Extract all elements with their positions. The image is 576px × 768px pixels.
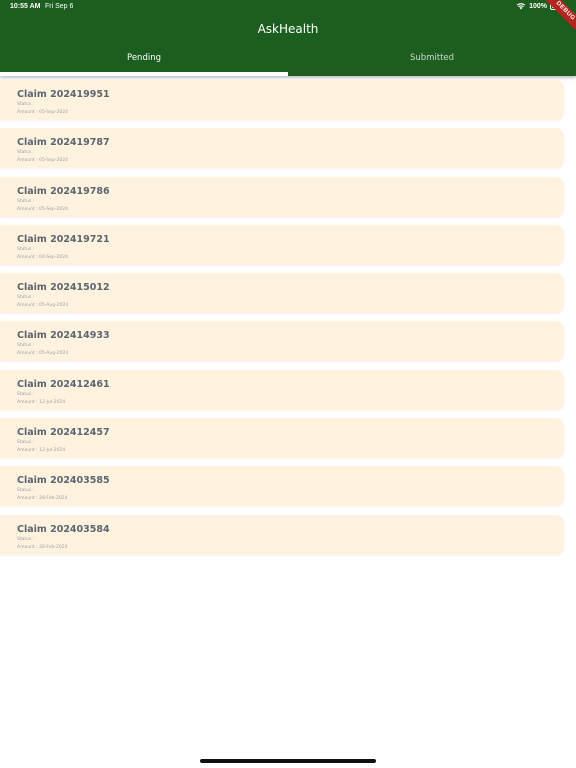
claim-card[interactable]: Claim 202415012 Status : Amount : 05-Aug… bbox=[0, 273, 564, 314]
claim-date: 12-Jul-2024 bbox=[39, 399, 66, 405]
claim-title: Claim 202412457 bbox=[17, 427, 110, 439]
claim-card[interactable]: Claim 202403584 Status : Amount : 28-Feb… bbox=[0, 514, 564, 555]
claim-status: Status : bbox=[17, 488, 34, 493]
claim-date: 05-Sep-2024 bbox=[39, 158, 68, 164]
claim-amount: Amount : 12-Jul-2024 bbox=[17, 448, 65, 453]
claim-amount: Amount : 05-Aug-2024 bbox=[17, 303, 68, 308]
claim-card[interactable]: Claim 202419951 Status : Amount : 05-Sep… bbox=[0, 80, 564, 120]
claim-date: 04-Sep-2024 bbox=[39, 254, 68, 260]
claim-title: Claim 202403584 bbox=[17, 523, 110, 535]
status-time: 10:55 AM bbox=[10, 3, 41, 10]
claim-date: 05-Aug-2024 bbox=[39, 351, 69, 357]
claim-title: Claim 202414933 bbox=[17, 330, 110, 342]
claim-card[interactable]: Claim 202414933 Status : Amount : 05-Aug… bbox=[0, 321, 564, 362]
claim-list: Claim 202419951 Status : Amount : 05-Sep… bbox=[0, 80, 576, 563]
claim-status: Status : bbox=[17, 392, 34, 397]
claim-amount: Amount : 05-Sep-2024 bbox=[17, 110, 68, 115]
claim-amount-label: Amount : bbox=[17, 206, 38, 212]
claim-amount: Amount : 04-Sep-2024 bbox=[17, 255, 68, 260]
app-title: AskHealth bbox=[257, 22, 319, 36]
status-date: Fri Sep 6 bbox=[45, 3, 74, 10]
claim-amount-label: Amount : bbox=[17, 303, 38, 309]
claim-status-label: Status : bbox=[17, 440, 35, 446]
claim-title: Claim 202412461 bbox=[17, 378, 110, 390]
screen: 10:55 AM Fri Sep 6 100% DEBUG AskHealth … bbox=[0, 0, 576, 768]
claim-title: Claim 202419787 bbox=[17, 137, 110, 149]
claim-amount: Amount : 05-Sep-2024 bbox=[17, 207, 68, 212]
claim-status-label: Status : bbox=[17, 488, 35, 494]
claim-amount-label: Amount : bbox=[17, 351, 38, 357]
claim-status: Status : bbox=[17, 537, 34, 542]
claim-status: Status : bbox=[17, 343, 34, 348]
claim-card[interactable]: Claim 202419721 Status : Amount : 04-Sep… bbox=[0, 224, 564, 265]
claim-status: Status : bbox=[17, 150, 34, 155]
claim-status-label: Status : bbox=[17, 198, 35, 204]
claim-status-label: Status : bbox=[17, 343, 35, 349]
tab-bar: Pending Submitted bbox=[0, 50, 576, 76]
claim-date: 05-Sep-2024 bbox=[39, 110, 68, 115]
tab-indicator bbox=[0, 72, 288, 76]
claim-amount-label: Amount : bbox=[17, 254, 38, 260]
claim-status-label: Status : bbox=[17, 102, 35, 107]
claim-status: Status : bbox=[17, 440, 34, 445]
claim-title: Claim 202415012 bbox=[17, 282, 110, 294]
claim-amount: Amount : 12-Jul-2024 bbox=[17, 400, 65, 405]
claim-status-label: Status : bbox=[17, 536, 35, 542]
wifi-icon bbox=[516, 3, 526, 10]
claim-date: 05-Sep-2024 bbox=[39, 206, 68, 212]
claim-status-label: Status : bbox=[17, 150, 35, 156]
claim-card[interactable]: Claim 202419787 Status : Amount : 05-Sep… bbox=[0, 128, 564, 169]
claim-status: Status : bbox=[17, 102, 34, 107]
claim-status-label: Status : bbox=[17, 295, 35, 301]
claim-date: 05-Aug-2024 bbox=[39, 303, 69, 309]
claim-card[interactable]: Claim 202419786 Status : Amount : 05-Sep… bbox=[0, 176, 564, 217]
claim-status: Status : bbox=[17, 199, 34, 204]
battery-percent: 100% bbox=[529, 2, 547, 10]
claim-amount-label: Amount : bbox=[17, 496, 38, 502]
claim-amount-label: Amount : bbox=[17, 158, 38, 164]
claim-card[interactable]: Claim 202412457 Status : Amount : 12-Jul… bbox=[0, 418, 564, 459]
tab-submitted[interactable]: Submitted bbox=[288, 50, 576, 76]
claim-title: Claim 202419721 bbox=[17, 233, 110, 245]
status-bar: 10:55 AM Fri Sep 6 100% bbox=[0, 0, 576, 14]
claim-status-label: Status : bbox=[17, 246, 35, 252]
claim-status: Status : bbox=[17, 295, 34, 300]
claim-status-label: Status : bbox=[17, 391, 35, 397]
claim-title: Claim 202419786 bbox=[17, 185, 110, 197]
claim-amount: Amount : 05-Sep-2024 bbox=[17, 158, 68, 163]
claim-status: Status : bbox=[17, 247, 34, 252]
home-indicator[interactable] bbox=[200, 759, 376, 763]
claim-amount-label: Amount : bbox=[17, 544, 38, 550]
claim-date: 12-Jul-2024 bbox=[39, 448, 66, 454]
claim-date: 28-Feb-2024 bbox=[39, 496, 68, 502]
claim-amount-label: Amount : bbox=[17, 448, 38, 454]
claim-title: Claim 202419951 bbox=[17, 89, 110, 100]
claim-amount-label: Amount : bbox=[17, 110, 38, 115]
claim-amount: Amount : 05-Aug-2024 bbox=[17, 351, 68, 356]
app-bar: 10:55 AM Fri Sep 6 100% DEBUG AskHealth … bbox=[0, 0, 576, 76]
claim-amount: Amount : 28-Feb-2024 bbox=[17, 496, 67, 501]
claim-title: Claim 202403585 bbox=[17, 475, 110, 487]
claim-amount-label: Amount : bbox=[17, 399, 38, 405]
claim-card[interactable]: Claim 202403585 Status : Amount : 28-Feb… bbox=[0, 466, 564, 507]
claim-amount: Amount : 28-Feb-2024 bbox=[17, 545, 67, 550]
claim-date: 28-Feb-2024 bbox=[39, 544, 68, 550]
claim-card[interactable]: Claim 202412461 Status : Amount : 12-Jul… bbox=[0, 369, 564, 410]
